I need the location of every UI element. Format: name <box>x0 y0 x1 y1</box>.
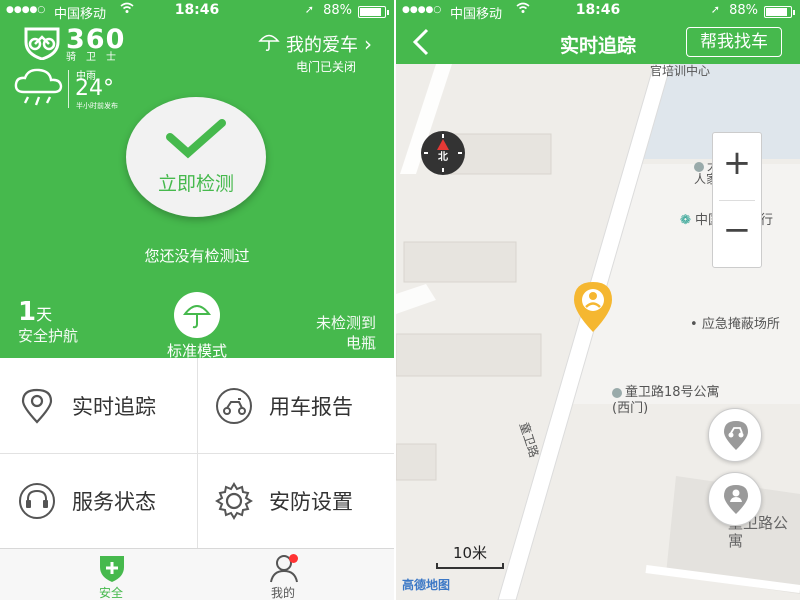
my-car-label: 我的爱车 <box>286 34 358 56</box>
my-car-link[interactable]: 我的爱车 › <box>258 30 372 57</box>
grid-divider <box>197 358 198 548</box>
mode-selector[interactable]: 标准模式 <box>160 292 234 361</box>
home-header: ●●●●○ 中国移动 18:46 ➚ 88% 360 骑卫士 我的爱车 › 电门… <box>0 0 394 361</box>
locate-vehicle-button[interactable] <box>708 408 762 462</box>
battery-icon <box>358 6 389 18</box>
weather-divider <box>68 70 69 108</box>
map-label-apartment-gate-text: 童卫路18号公寓(西门) <box>612 385 720 416</box>
safe-days-stat: 1天 安全护航 <box>18 297 78 346</box>
scale-bar <box>436 563 504 569</box>
gear-icon <box>215 481 253 520</box>
battery-percent: 88% <box>729 3 758 18</box>
tab-safety[interactable]: 安全 <box>71 549 151 600</box>
tab-label: 我的 <box>270 586 295 600</box>
map-provider-logo: 高德地图 <box>402 578 451 592</box>
nav-bar: ●●●●○ 中国移动 18:46 ➚ 88% 实时追踪 帮我找车 <box>396 0 800 64</box>
weather-note: 半小时前发布 <box>76 102 118 110</box>
battery-icon <box>764 6 795 18</box>
home-screen: ●●●●○ 中国移动 18:46 ➚ 88% 360 骑卫士 我的爱车 › 电门… <box>0 0 394 600</box>
headset-icon <box>19 482 55 519</box>
map-label-shelter: • 应急掩蔽场所 <box>690 313 780 332</box>
grid-item-tracking[interactable]: 实时追踪 <box>0 358 197 453</box>
zoom-control: + − <box>712 132 762 268</box>
safe-days-value: 1 <box>18 297 37 327</box>
grid-item-label: 实时追踪 <box>72 394 156 419</box>
battery-percent: 88% <box>323 3 352 18</box>
grid-item-report[interactable]: 用车报告 <box>197 358 394 453</box>
checkmark-icon <box>166 119 226 159</box>
status-bar: ●●●●○ 中国移动 18:46 ➚ 88% <box>0 0 394 22</box>
compass-north-label: 北 <box>438 152 448 163</box>
safe-days-unit: 天 <box>36 305 53 324</box>
grid-item-label: 用车报告 <box>269 394 353 419</box>
location-arrow-icon: ➚ <box>710 3 720 16</box>
map-label-apartment-gate: 童卫路18号公寓(西门) <box>612 385 724 417</box>
grid-item-security[interactable]: 安防设置 <box>197 453 394 548</box>
shield-logo-icon <box>24 27 60 61</box>
umbrella-icon <box>258 30 280 57</box>
tab-bar: 安全 我的 <box>0 548 394 600</box>
chevron-right-icon: › <box>364 31 372 56</box>
umbrella-mode-icon <box>174 292 220 338</box>
grid-item-label: 安防设置 <box>269 489 353 514</box>
tab-label: 安全 <box>98 586 123 600</box>
scale-label: 10米 <box>452 544 488 562</box>
scooter-icon <box>216 387 252 424</box>
temperature: 24° <box>75 76 114 101</box>
locate-me-button[interactable] <box>708 472 762 526</box>
find-car-button[interactable]: 帮我找车 <box>686 27 782 57</box>
battery-stat: 未检测到 电瓶 <box>316 313 376 353</box>
door-status: 电门已关闭 <box>295 60 356 74</box>
location-pin-icon <box>21 388 53 424</box>
status-bar: ●●●●○ 中国移动 18:46 ➚ 88% <box>396 0 800 22</box>
person-pin-icon <box>724 485 748 514</box>
map-scale: 10米 <box>436 542 504 569</box>
poi-icon <box>612 387 622 398</box>
battery-stat-line1: 未检测到 <box>315 314 376 332</box>
map-label-shelter-text: 应急掩蔽场所 <box>701 317 780 332</box>
bank-logo-icon: ❁ <box>680 213 691 228</box>
safe-days-label: 安全护航 <box>18 327 79 345</box>
grid-item-service[interactable]: 服务状态 <box>0 453 197 548</box>
check-status-text: 您还没有检测过 <box>144 247 250 265</box>
check-now-label: 立即检测 <box>157 173 234 195</box>
map-label-training: 官培训中心 <box>650 64 711 78</box>
zoom-out-button[interactable]: − <box>713 200 761 267</box>
battery-stat-line2: 电瓶 <box>345 334 376 352</box>
rain-cloud-icon <box>12 66 66 114</box>
tracking-screen: ●●●●○ 中国移动 18:46 ➚ 88% 实时追踪 帮我找车 官培训中心 ❁… <box>396 0 800 600</box>
zoom-in-button[interactable]: + <box>713 133 761 200</box>
poi-dot-icon: • <box>690 317 698 332</box>
shield-plus-icon <box>100 556 124 582</box>
grid-item-label: 服务状态 <box>72 489 156 514</box>
notification-dot <box>289 554 298 563</box>
compass-button[interactable]: 北 <box>420 130 466 180</box>
scooter-pin-icon <box>724 421 748 450</box>
brand-subtitle: 骑卫士 <box>66 52 126 63</box>
location-arrow-icon: ➚ <box>304 3 314 16</box>
poi-icon <box>694 161 704 172</box>
map-view[interactable]: 官培训中心 大邦云顶人家(西门) ❁ 中国民生银行 • 应急掩蔽场所 童卫路18… <box>396 64 800 600</box>
feature-grid: 实时追踪 用车报告 服务状态 安防设置 <box>0 358 394 548</box>
check-now-button[interactable]: 立即检测 <box>126 97 266 217</box>
tab-me[interactable]: 我的 <box>243 549 323 600</box>
